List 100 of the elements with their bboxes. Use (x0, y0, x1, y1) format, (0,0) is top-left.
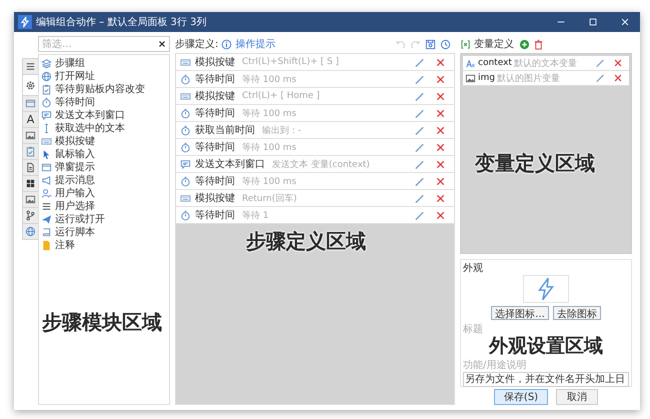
delete-icon[interactable] (435, 56, 446, 68)
trash-icon[interactable] (533, 38, 544, 50)
add-icon[interactable] (519, 38, 530, 50)
delete-icon[interactable] (435, 124, 446, 136)
step-detail: 输出到：- (262, 124, 302, 136)
delete-icon[interactable] (435, 74, 446, 84)
field-label: 标题 (463, 322, 483, 336)
module-item[interactable]: 模拟按键 (55, 136, 95, 148)
tiles-icon (25, 178, 36, 189)
category-tab[interactable] (22, 127, 38, 144)
cancel-button[interactable]: 取消 (556, 389, 598, 405)
category-tab[interactable] (22, 175, 38, 192)
variable-description: 默认的图片变量 (496, 72, 560, 84)
step-row[interactable]: 等待时间 等待 100 ms (176, 105, 454, 122)
step-row[interactable]: 等待时间 等待 100 ms (176, 71, 454, 88)
pencil-icon[interactable] (414, 124, 425, 136)
delete-icon[interactable] (435, 192, 446, 204)
category-tab[interactable] (22, 207, 38, 224)
step-name: 模拟按键 (195, 90, 235, 103)
step-row[interactable]: 获取当前时间 输出到：- (176, 122, 454, 139)
delete-icon[interactable] (613, 58, 623, 68)
category-tab[interactable] (22, 191, 38, 208)
list-icon (25, 61, 36, 72)
variable-description: 默认的文本变量 (514, 58, 577, 70)
pencil-icon[interactable] (414, 192, 425, 204)
step-detail: Ctrl(L)+Shift(L)+ [ S ] (242, 57, 339, 67)
maximize-icon[interactable] (588, 17, 598, 27)
step-row[interactable]: 模拟按键 Ctrl(L)+ [ Home ] (176, 88, 454, 105)
step-name: 发送文本到窗口 (195, 158, 265, 171)
stopwatch-icon (180, 142, 191, 152)
step-name: 等待时间 (195, 174, 235, 188)
user-icon (41, 188, 52, 199)
filter-field[interactable]: 筛选... (38, 36, 170, 52)
module-item[interactable]: 注释 (55, 240, 75, 252)
module-item[interactable]: 鼠标输入 (55, 148, 95, 160)
delete-icon[interactable] (435, 142, 446, 152)
description-field[interactable]: 另存为文件，并在文件名开头加上日 (463, 372, 629, 387)
step-row[interactable]: 等待时间 等待 100 ms (176, 173, 454, 190)
pencil-icon[interactable] (414, 56, 425, 68)
icon-button[interactable]: 选择图标... (491, 306, 549, 320)
module-item[interactable]: 弹窗提示 (55, 162, 95, 174)
category-tab[interactable]: A (22, 111, 38, 128)
speech-bubble-icon (41, 110, 52, 121)
pencil-icon[interactable] (414, 158, 425, 170)
step-detail: Return(回车) (242, 192, 297, 204)
step-row[interactable]: 发送文本到窗口 发送文本 变量(context) (176, 156, 454, 173)
module-item[interactable]: 等待剪贴板内容改变 (55, 84, 145, 96)
section-label: 步骤定义: (175, 38, 218, 51)
window-title: 编辑组合动作 – 默认全局面板 3行 3列 (36, 16, 208, 29)
delete-icon[interactable] (435, 210, 446, 220)
delete-icon[interactable] (613, 73, 623, 83)
variable-row[interactable]: img 默认的图片变量 (463, 71, 629, 86)
pointer-icon (41, 149, 52, 160)
module-item[interactable]: 运行或打开 (55, 214, 105, 226)
pencil-icon[interactable] (414, 142, 425, 152)
close-icon[interactable] (620, 17, 630, 27)
info-icon (221, 38, 232, 50)
step-row[interactable]: 模拟按键 Ctrl(L)+Shift(L)+ [ S ] (176, 54, 454, 71)
pencil-icon[interactable] (414, 90, 425, 102)
category-tab[interactable] (22, 159, 38, 176)
step-row[interactable]: 等待时间 等待 100 ms (176, 139, 454, 156)
keyboard-icon (180, 90, 191, 102)
save-button[interactable]: 保存(S) (494, 389, 548, 405)
stopwatch-icon (180, 176, 191, 186)
note-icon (41, 240, 52, 251)
module-item[interactable]: 运行脚本 (55, 226, 95, 238)
pencil-icon[interactable] (414, 108, 425, 118)
delete-icon[interactable] (435, 176, 446, 186)
image-icon (25, 194, 36, 205)
globe-icon (41, 71, 52, 82)
speech-bubble-icon (180, 158, 191, 170)
step-row[interactable]: 模拟按键 Return(回车) (176, 190, 454, 207)
module-item[interactable]: 发送文本到窗口 (55, 110, 125, 122)
hint-link[interactable]: 操作提示 (235, 37, 276, 51)
history-icon[interactable] (440, 38, 451, 50)
delete-icon[interactable] (435, 108, 446, 118)
pencil-icon[interactable] (414, 176, 425, 186)
delete-icon[interactable] (435, 90, 446, 102)
clipboard-icon (41, 84, 52, 95)
stopwatch-icon (180, 210, 191, 220)
step-row[interactable]: 等待时间 等待 1 (176, 207, 454, 224)
window-icon (41, 162, 52, 173)
module-item[interactable]: 等待时间 (55, 96, 95, 108)
module-item[interactable]: 用户选择 (55, 200, 95, 212)
module-item[interactable]: 打开网址 (55, 70, 95, 82)
module-item[interactable]: 获取选中的文本 (55, 122, 125, 134)
delete-icon[interactable] (435, 158, 446, 170)
variable-row[interactable]: context 默认的文本变量 (463, 56, 629, 71)
module-item[interactable]: 用户输入 (55, 188, 95, 200)
category-tab[interactable] (22, 58, 38, 75)
section-label: 外观 (463, 262, 483, 275)
module-item[interactable]: 步骤组 (55, 58, 85, 70)
variable-name: img (478, 73, 495, 83)
clear-icon[interactable] (157, 39, 167, 49)
step-name: 等待时间 (195, 208, 235, 222)
pencil-icon[interactable] (414, 74, 425, 84)
stopwatch-icon (41, 97, 52, 108)
pencil-icon[interactable] (414, 210, 425, 220)
module-item[interactable]: 提示消息 (55, 174, 95, 186)
icon-button[interactable]: 去除图标 (552, 306, 601, 320)
